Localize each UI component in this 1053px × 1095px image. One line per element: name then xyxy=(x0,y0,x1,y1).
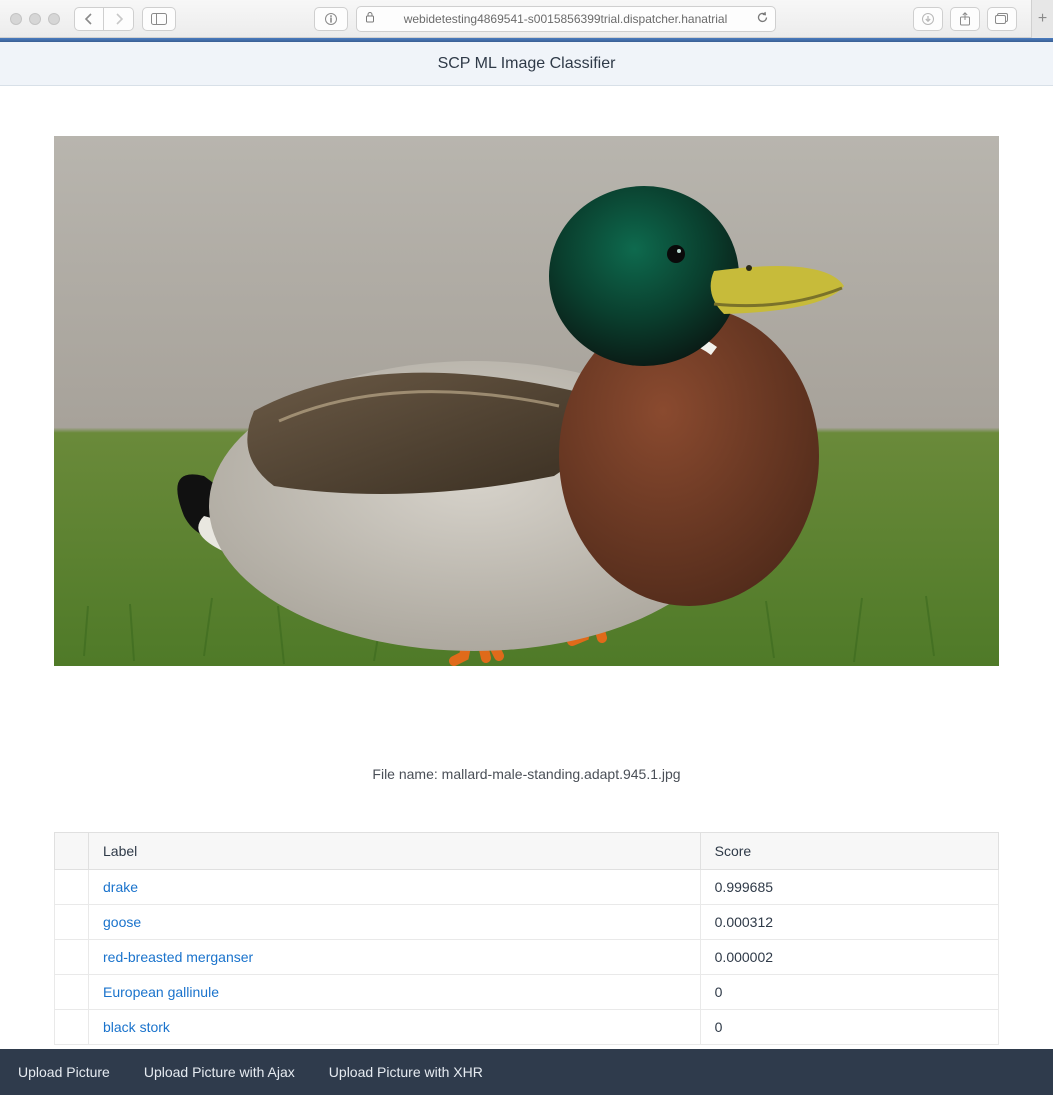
minimize-window-icon[interactable] xyxy=(29,13,41,25)
table-row[interactable]: drake 0.999685 xyxy=(55,870,999,905)
app-header: SCP ML Image Classifier xyxy=(0,42,1053,86)
window-controls xyxy=(10,13,60,25)
reload-icon[interactable] xyxy=(756,11,769,27)
label-cell: European gallinule xyxy=(89,975,701,1010)
score-cell: 0.999685 xyxy=(700,870,998,905)
forward-button[interactable] xyxy=(104,7,134,31)
row-marker xyxy=(55,975,89,1010)
score-cell: 0 xyxy=(700,1010,998,1045)
footer-toolbar: Upload Picture Upload Picture with Ajax … xyxy=(0,1049,1053,1095)
table-row[interactable]: black stork 0 xyxy=(55,1010,999,1045)
file-name-label: File name: mallard-male-standing.adapt.9… xyxy=(54,766,999,782)
table-row[interactable]: European gallinule 0 xyxy=(55,975,999,1010)
nav-back-forward xyxy=(74,7,134,31)
upload-picture-button[interactable]: Upload Picture xyxy=(18,1064,110,1080)
downloads-button[interactable] xyxy=(913,7,943,31)
close-window-icon[interactable] xyxy=(10,13,22,25)
label-link[interactable]: red-breasted merganser xyxy=(103,949,253,965)
row-marker xyxy=(55,905,89,940)
label-cell: goose xyxy=(89,905,701,940)
lock-icon xyxy=(365,11,375,26)
score-column-header[interactable]: Score xyxy=(700,833,998,870)
tabs-button[interactable] xyxy=(987,7,1017,31)
label-link[interactable]: black stork xyxy=(103,1019,170,1035)
table-row[interactable]: red-breasted merganser 0.000002 xyxy=(55,940,999,975)
score-cell: 0 xyxy=(700,975,998,1010)
score-cell: 0.000312 xyxy=(700,905,998,940)
upload-picture-xhr-button[interactable]: Upload Picture with XHR xyxy=(329,1064,483,1080)
row-marker xyxy=(55,940,89,975)
results-table: Label Score drake0.999685goose0.000312re… xyxy=(54,832,999,1045)
url-text: webidetesting4869541-s0015856399trial.di… xyxy=(404,12,728,26)
sidebar-toggle-button[interactable] xyxy=(142,7,176,31)
new-tab-button[interactable]: + xyxy=(1031,0,1053,38)
page-title: SCP ML Image Classifier xyxy=(438,55,616,73)
back-button[interactable] xyxy=(74,7,104,31)
reader-privacy-button[interactable] xyxy=(314,7,348,31)
zoom-window-icon[interactable] xyxy=(48,13,60,25)
label-link[interactable]: drake xyxy=(103,879,138,895)
upload-picture-ajax-button[interactable]: Upload Picture with Ajax xyxy=(144,1064,295,1080)
row-marker xyxy=(55,870,89,905)
label-cell: red-breasted merganser xyxy=(89,940,701,975)
label-cell: drake xyxy=(89,870,701,905)
row-marker-header xyxy=(55,833,89,870)
address-bar[interactable]: webidetesting4869541-s0015856399trial.di… xyxy=(356,6,776,32)
share-button[interactable] xyxy=(950,7,980,31)
label-link[interactable]: European gallinule xyxy=(103,984,219,1000)
classified-image xyxy=(54,136,999,666)
browser-toolbar: webidetesting4869541-s0015856399trial.di… xyxy=(0,0,1053,38)
score-cell: 0.000002 xyxy=(700,940,998,975)
row-marker xyxy=(55,1010,89,1045)
label-link[interactable]: goose xyxy=(103,914,141,930)
label-cell: black stork xyxy=(89,1010,701,1045)
table-row[interactable]: goose 0.000312 xyxy=(55,905,999,940)
label-column-header[interactable]: Label xyxy=(89,833,701,870)
